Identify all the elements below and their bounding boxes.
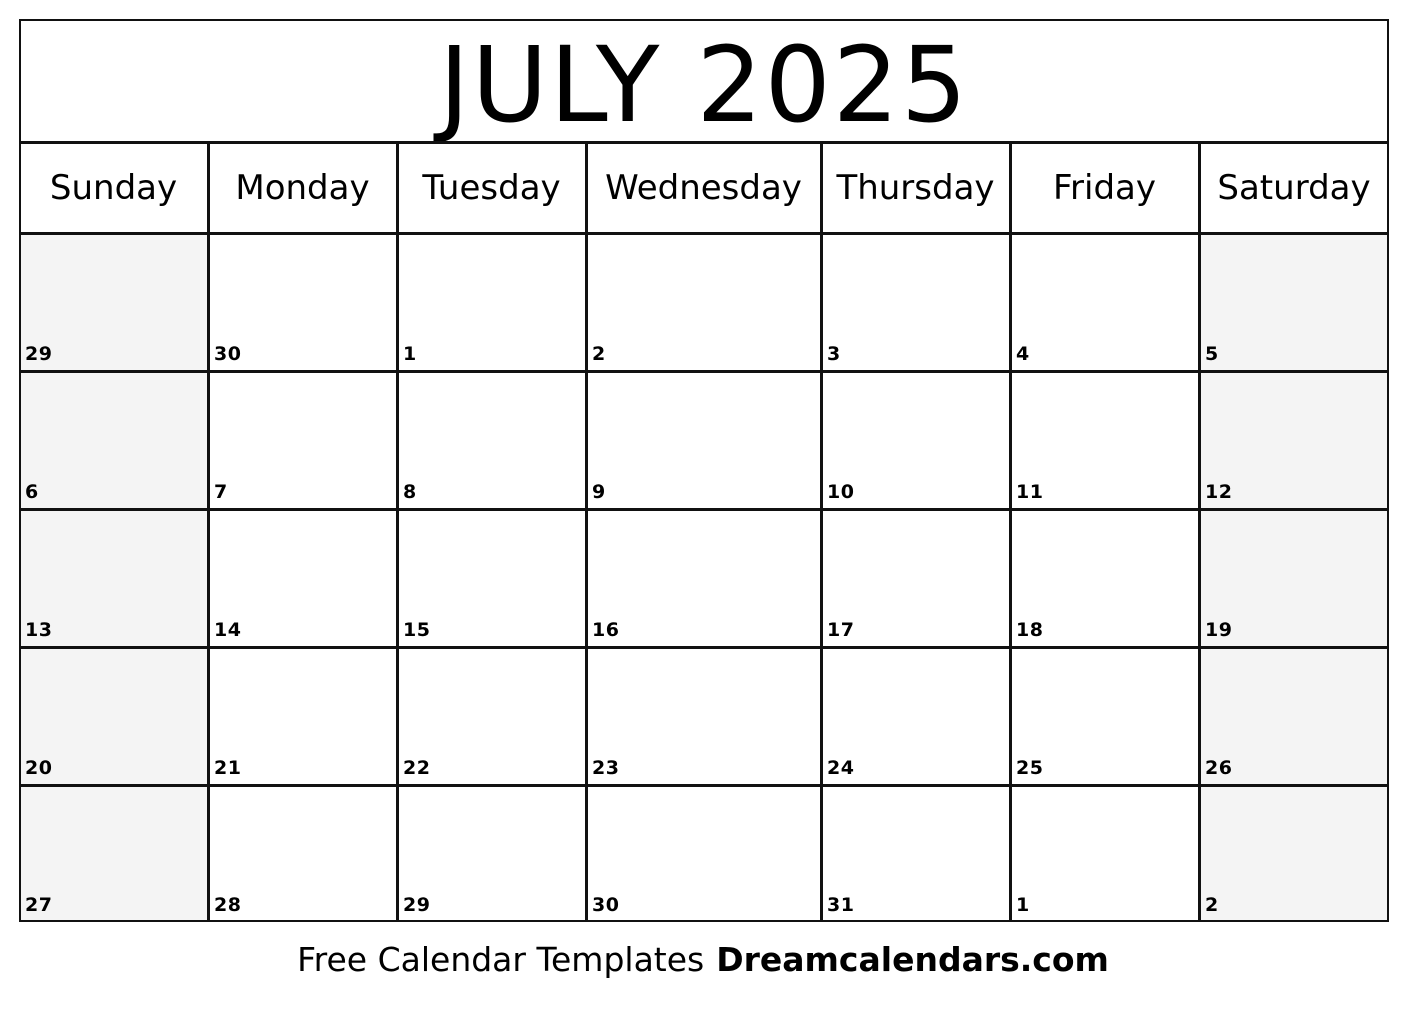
calendar: JULY 2025 Sunday Monday Tuesday Wednesday Th… xyxy=(0,0,1406,1020)
calendar-frame xyxy=(19,19,1389,922)
footer: Free Calendar Templates Dreamcalendars.c… xyxy=(0,933,1406,985)
footer-text: Free Calendar Templates xyxy=(297,939,705,979)
footer-brand: Dreamcalendars.com xyxy=(716,939,1109,979)
